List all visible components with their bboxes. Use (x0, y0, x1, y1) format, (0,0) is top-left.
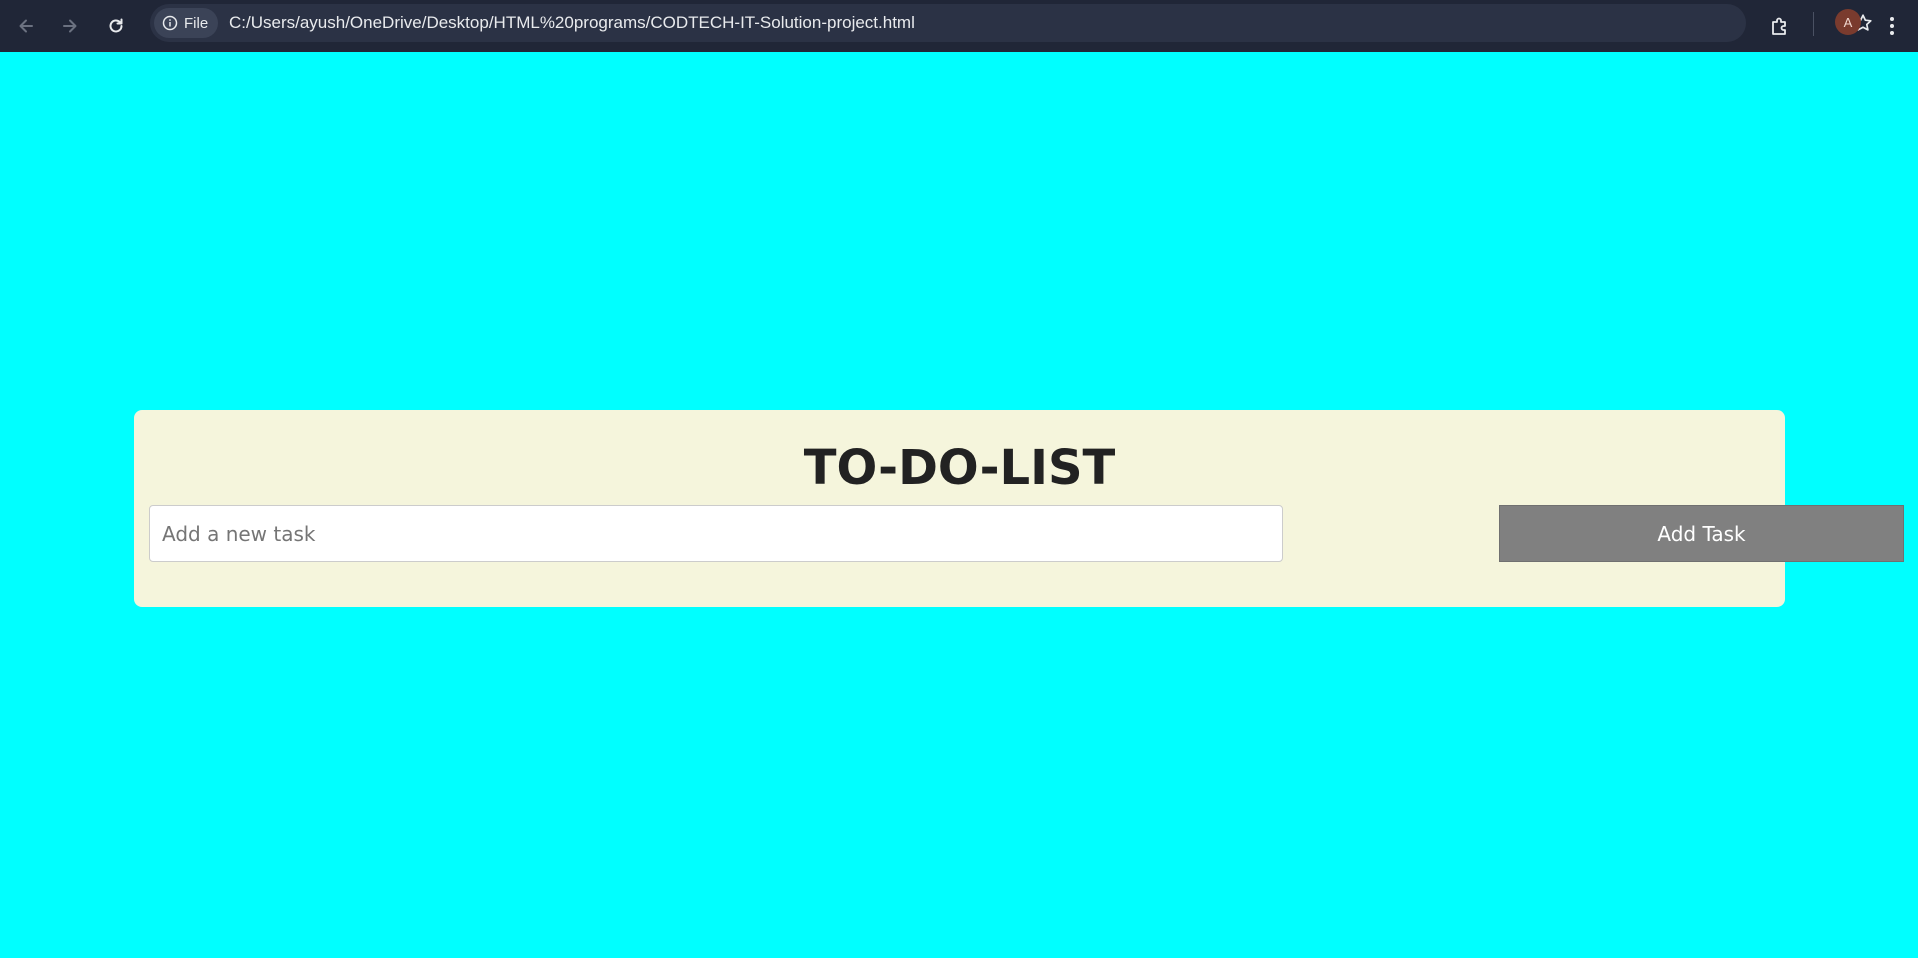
browser-menu-button[interactable] (1877, 8, 1907, 44)
reload-button[interactable] (98, 8, 134, 44)
forward-button[interactable] (52, 8, 88, 44)
puzzle-icon (1772, 17, 1786, 35)
site-info-chip[interactable]: File (154, 8, 218, 38)
browser-toolbar: File C:/Users/ayush/OneDrive/Desktop/HTM… (0, 0, 1918, 52)
site-chip-label: File (184, 14, 209, 32)
add-task-button[interactable]: Add Task (1499, 505, 1904, 562)
extensions-button[interactable] (1762, 8, 1798, 44)
reload-icon (109, 18, 123, 33)
todo-card: TO-DO-LIST Add Task (134, 410, 1904, 607)
back-button[interactable] (8, 8, 44, 44)
page-title: TO-DO-LIST (803, 440, 1116, 496)
profile-avatar[interactable]: A (1835, 9, 1861, 35)
kebab-menu-icon (1890, 17, 1894, 35)
toolbar-divider (1813, 12, 1814, 36)
address-bar[interactable]: File C:/Users/ayush/OneDrive/Desktop/HTM… (150, 4, 1872, 42)
task-input[interactable] (149, 505, 1283, 562)
info-icon (162, 15, 178, 31)
arrow-left-icon (19, 19, 33, 33)
arrow-right-icon (63, 19, 77, 33)
url-text[interactable]: C:/Users/ayush/OneDrive/Desktop/HTML%20p… (229, 4, 915, 42)
